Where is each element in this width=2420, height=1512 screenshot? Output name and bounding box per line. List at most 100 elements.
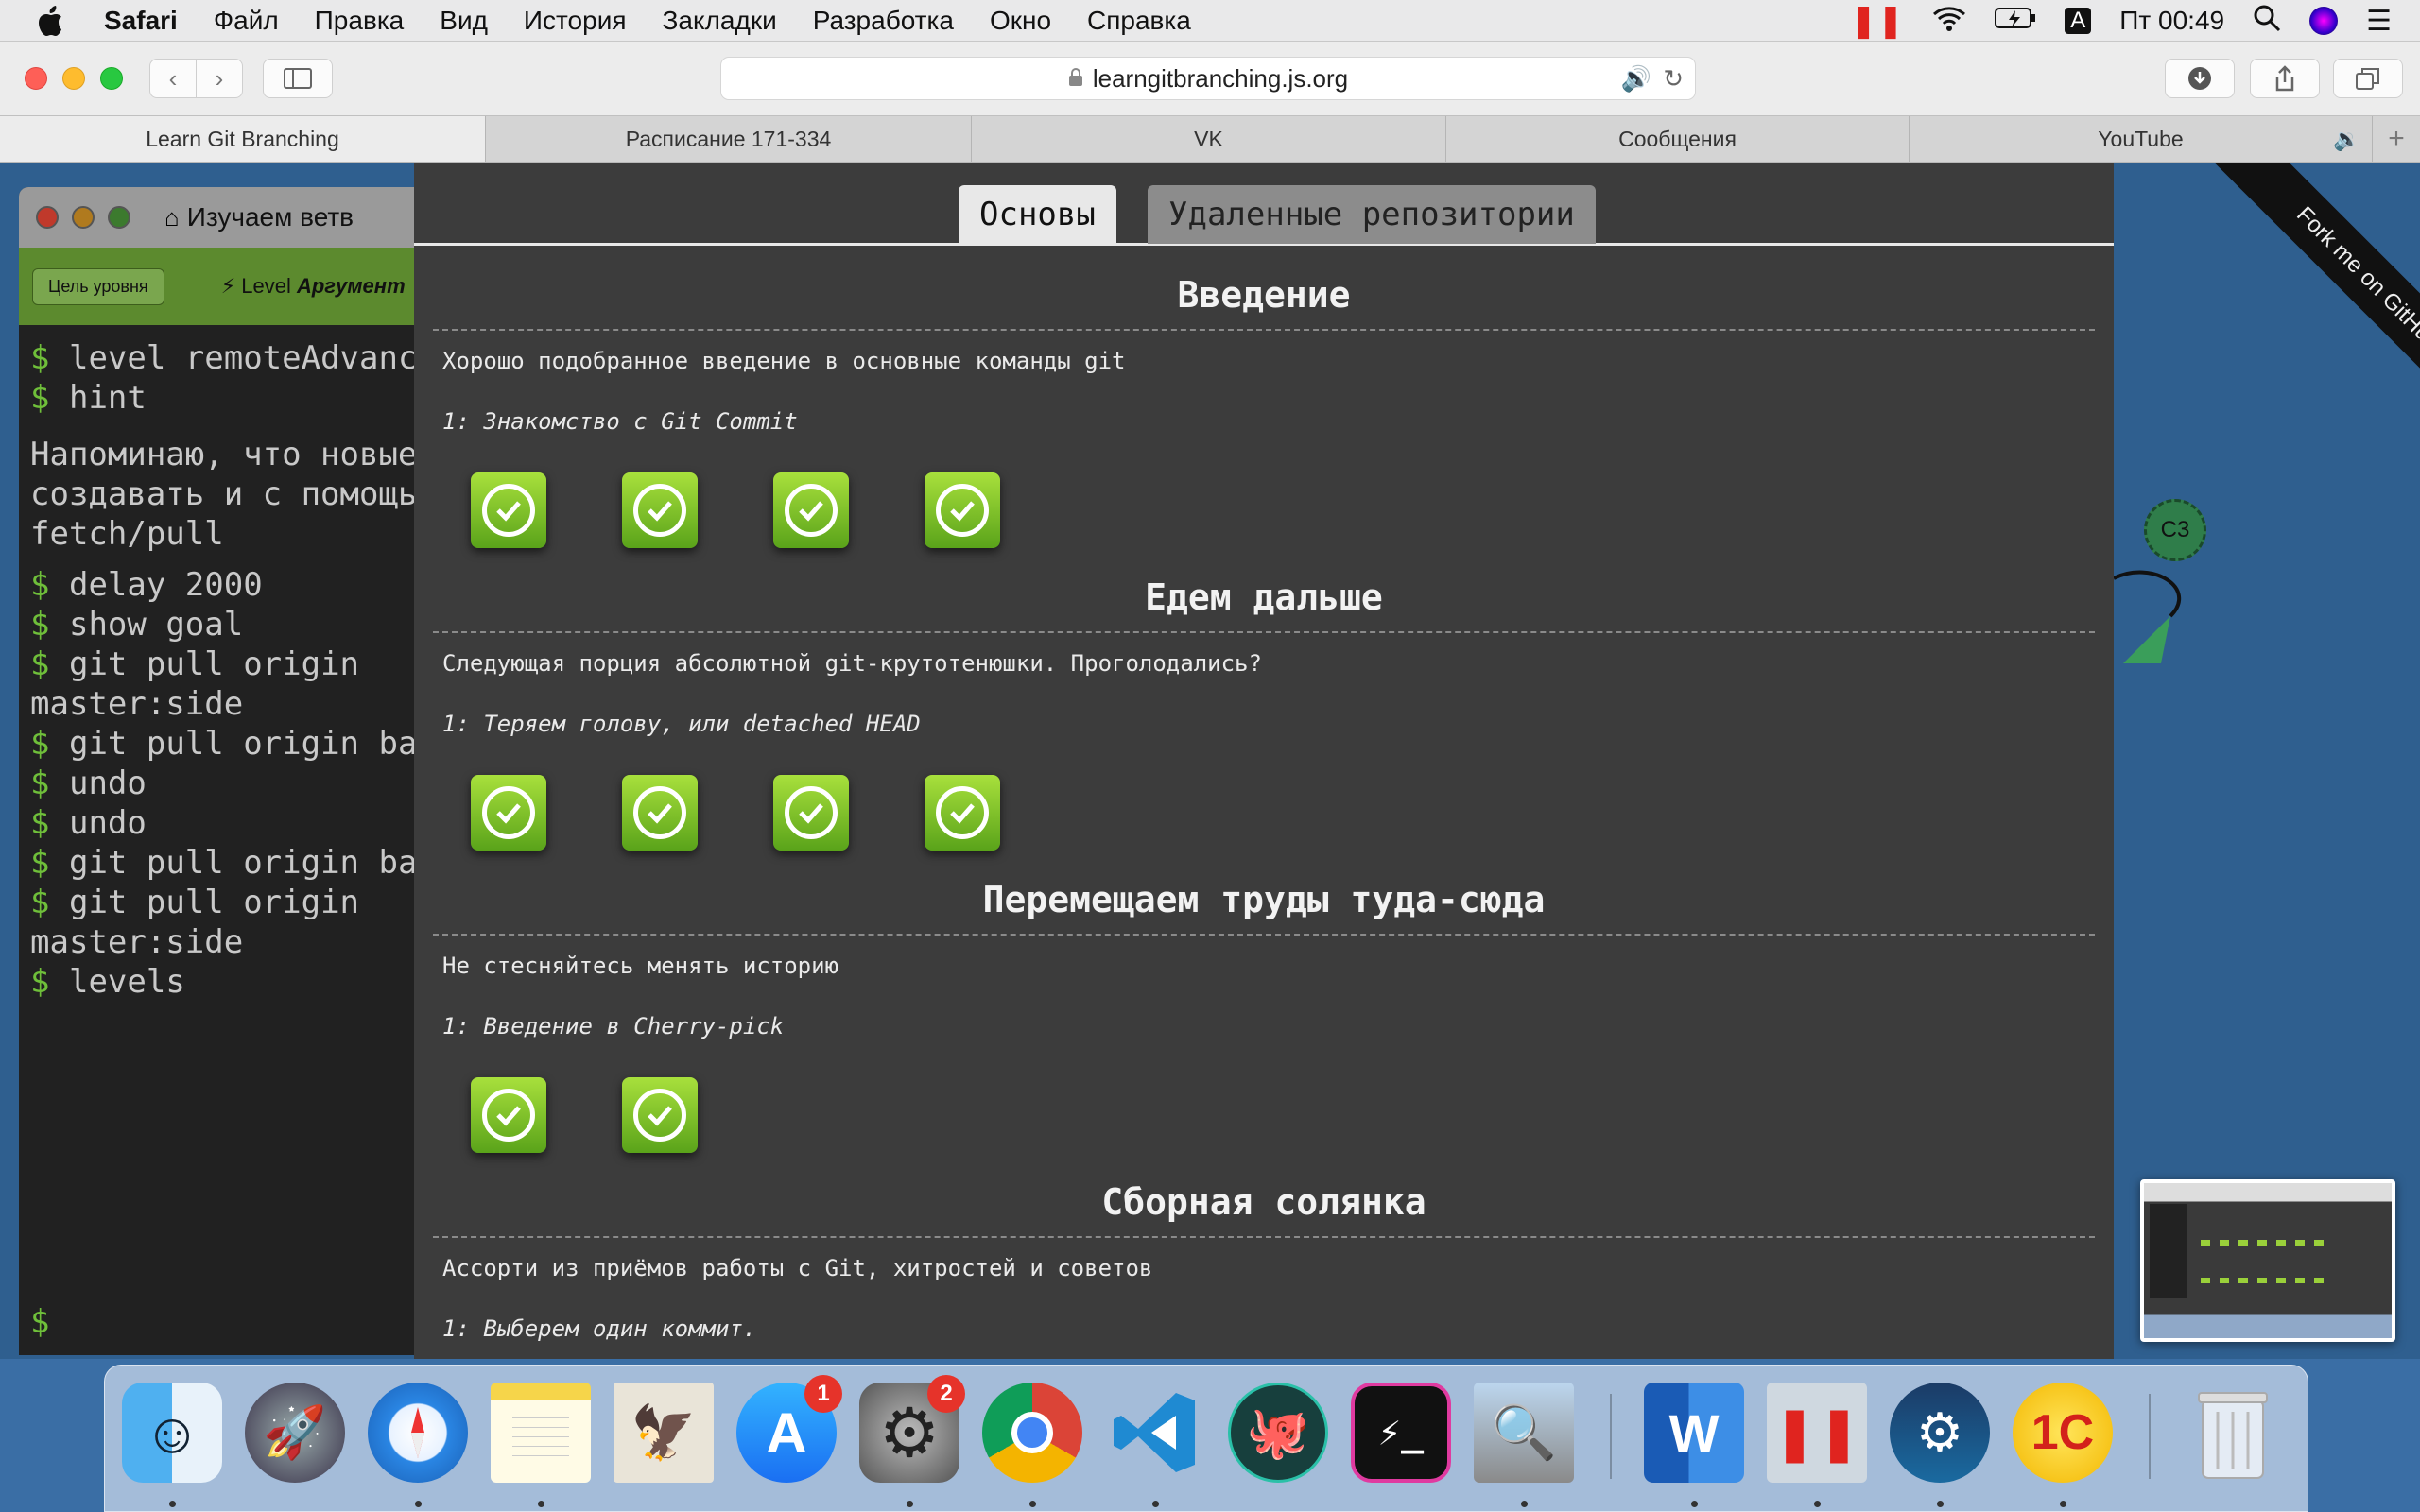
vscode-icon xyxy=(1114,1393,1195,1472)
tab-youtube[interactable]: YouTube 🔉 xyxy=(1910,116,2373,162)
zoom-window-button[interactable] xyxy=(100,67,123,90)
address-bar[interactable]: learngitbranching.js.org 🔊 ↻ xyxy=(720,57,1696,100)
dock-system-preferences[interactable]: ⚙ 2 xyxy=(859,1375,965,1483)
tab-schedule[interactable]: Расписание 171-334 xyxy=(486,116,972,162)
running-indicator xyxy=(169,1501,176,1507)
dock-preview[interactable]: 🔍 xyxy=(1474,1383,1574,1483)
reload-icon[interactable]: ↻ xyxy=(1663,64,1684,94)
tab-vk[interactable]: VK xyxy=(972,116,1446,162)
parallels-status-icon[interactable]: ❚❚ xyxy=(1850,2,1904,40)
level-button-completed[interactable] xyxy=(471,472,546,548)
web-content: C3 ⌂ Изучаем ветв Цель уровня ⚡ Level Ар… xyxy=(0,163,2420,1359)
level-button-completed[interactable] xyxy=(622,775,698,850)
tab-learn-git-branching[interactable]: Learn Git Branching xyxy=(0,116,486,162)
input-source-icon[interactable]: A xyxy=(2065,8,2092,34)
dock-gitkraken[interactable]: 🐙 xyxy=(1228,1383,1328,1483)
terminal-line: master:side xyxy=(19,922,416,962)
level-button-completed[interactable] xyxy=(622,472,698,548)
level-goal-button[interactable]: Цель уровня xyxy=(32,267,164,305)
share-button[interactable] xyxy=(2250,59,2320,98)
minimize-window-button[interactable] xyxy=(62,67,85,90)
menu-develop[interactable]: Разработка xyxy=(813,6,954,36)
terminal-maximize-icon[interactable] xyxy=(108,206,130,229)
clock[interactable]: Пт 00:49 xyxy=(2119,6,2224,36)
menu-bar: Safari Файл Правка Вид История Закладки … xyxy=(0,0,2420,42)
menu-bookmarks[interactable]: Закладки xyxy=(663,6,777,36)
tab-overview-button[interactable] xyxy=(2333,59,2403,98)
dock-launchpad[interactable]: 🚀 xyxy=(245,1383,345,1483)
section-first-level: 1: Знакомство с Git Commit xyxy=(442,408,798,435)
tab-label: Сообщения xyxy=(1618,126,1737,151)
forward-button[interactable]: › xyxy=(196,59,243,98)
terminal-minimize-icon[interactable] xyxy=(72,206,95,229)
running-indicator xyxy=(907,1501,913,1507)
level-button-completed[interactable] xyxy=(622,1077,698,1153)
dock-steam[interactable]: ⚙ xyxy=(1890,1383,1990,1483)
parallels-icon: ❚❚ xyxy=(1772,1402,1861,1462)
tab-audio-icon[interactable]: 🔉 xyxy=(2333,127,2360,152)
menu-help[interactable]: Справка xyxy=(1087,6,1191,36)
section-divider xyxy=(433,934,2095,936)
dock-vscode[interactable] xyxy=(1105,1383,1205,1483)
siri-icon[interactable] xyxy=(2309,7,2339,35)
running-indicator xyxy=(1814,1501,1821,1507)
level-button-completed[interactable] xyxy=(925,472,1000,548)
fork-on-github-ribbon[interactable]: Fork me on GitHub xyxy=(2208,163,2420,438)
tab-messages[interactable]: Сообщения xyxy=(1446,116,1910,162)
commit-node-c3[interactable]: C3 xyxy=(2144,499,2206,561)
terminal-line: $ level remoteAdvance xyxy=(19,338,416,378)
dock-safari[interactable] xyxy=(368,1383,468,1483)
screenshot-thumbnail[interactable] xyxy=(2140,1179,2395,1342)
dock-chrome[interactable] xyxy=(982,1383,1082,1483)
back-button[interactable]: ‹ xyxy=(149,59,197,98)
section-title: Перемещаем труды туда-сюда xyxy=(982,879,1546,920)
level-sequence-tabs: Основы Удаленные репозитории xyxy=(414,185,2114,246)
checkmark-icon xyxy=(482,484,535,537)
share-icon xyxy=(2275,65,2294,92)
dock-mail[interactable]: 🦅 xyxy=(614,1383,714,1483)
terminal-line: $ hint xyxy=(19,378,416,418)
terminal-text: master:side xyxy=(30,685,244,723)
wifi-icon[interactable] xyxy=(1932,5,1966,38)
dock-notes[interactable] xyxy=(491,1383,591,1483)
level-button-completed[interactable] xyxy=(471,775,546,850)
sidebar-button[interactable] xyxy=(263,59,333,98)
tab-basics[interactable]: Основы xyxy=(959,185,1116,244)
dock-word[interactable]: W xyxy=(1644,1383,1744,1483)
terminal-close-icon[interactable] xyxy=(36,206,59,229)
tab-remote-repos[interactable]: Удаленные репозитории xyxy=(1148,185,1596,244)
terminal-window: ⌂ Изучаем ветв Цель уровня ⚡ Level Аргум… xyxy=(19,187,416,1355)
level-button-completed[interactable] xyxy=(925,775,1000,850)
menu-edit[interactable]: Правка xyxy=(315,6,405,36)
menu-history[interactable]: История xyxy=(524,6,627,36)
downloads-button[interactable] xyxy=(2165,59,2235,98)
dock-1c[interactable]: 1С xyxy=(2013,1383,2113,1483)
new-tab-button[interactable]: + xyxy=(2373,116,2420,162)
section-description: Ассорти из приёмов работы с Git, хитрост… xyxy=(442,1255,1153,1281)
word-icon: W xyxy=(1668,1402,1720,1463)
terminal-input[interactable]: $ xyxy=(19,1302,49,1342)
checkmark-icon xyxy=(633,1089,686,1142)
dock-parallels[interactable]: ❚❚ xyxy=(1767,1383,1867,1483)
level-button-completed[interactable] xyxy=(773,472,849,548)
terminal-text: undo xyxy=(68,765,147,802)
running-indicator xyxy=(1691,1501,1698,1507)
menu-window[interactable]: Окно xyxy=(990,6,1051,36)
dock-app-store[interactable]: A 1 xyxy=(736,1375,842,1483)
audio-playing-icon[interactable]: 🔊 xyxy=(1621,64,1651,94)
menu-file[interactable]: Файл xyxy=(214,6,279,36)
level-button-completed[interactable] xyxy=(471,1077,546,1153)
dock-terminal[interactable]: ⚡_ xyxy=(1351,1383,1451,1483)
prompt-symbol: $ xyxy=(30,645,50,683)
notification-center-icon[interactable]: ☰ xyxy=(2366,5,2392,38)
apple-icon[interactable] xyxy=(38,5,66,37)
dock-finder[interactable]: ☺ xyxy=(122,1383,222,1483)
level-button-completed[interactable] xyxy=(773,775,849,850)
spotlight-icon[interactable] xyxy=(2253,4,2281,39)
dock-trash[interactable] xyxy=(2183,1383,2283,1483)
menu-view[interactable]: Вид xyxy=(440,6,488,36)
menu-app-name[interactable]: Safari xyxy=(104,6,178,36)
battery-icon[interactable] xyxy=(1995,6,2036,36)
close-window-button[interactable] xyxy=(25,67,47,90)
bolt-icon: ⚡ xyxy=(220,274,236,298)
